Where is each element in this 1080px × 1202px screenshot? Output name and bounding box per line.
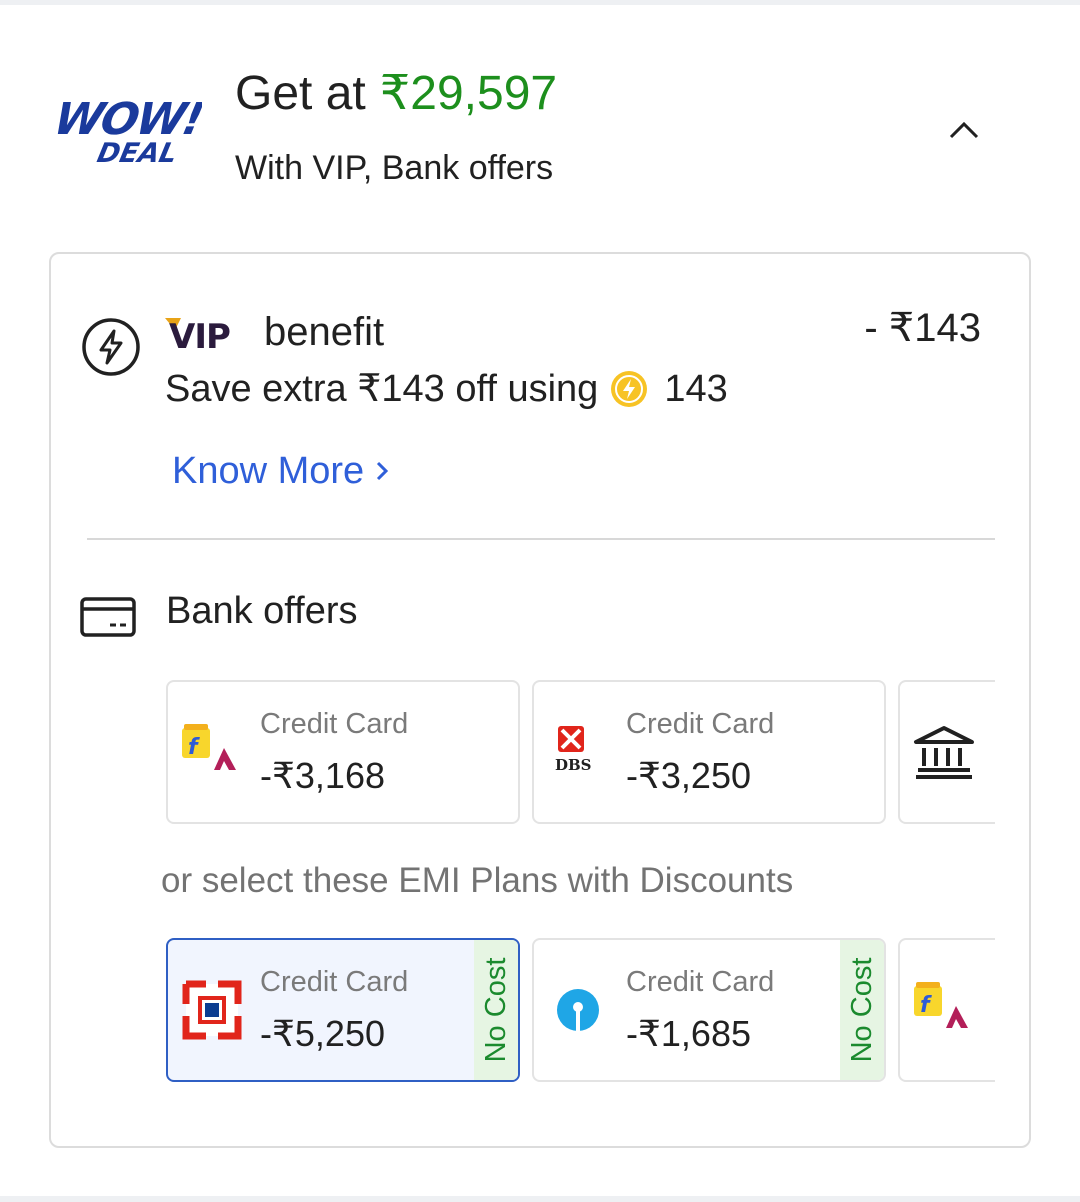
deal-title-prefix: Get at: [235, 67, 366, 120]
wow-logo-bottom-text: DEAL: [94, 138, 179, 168]
svg-text:DBS: DBS: [555, 756, 592, 774]
know-more-link[interactable]: Know More: [172, 448, 390, 494]
vip-coin-count: 143: [664, 368, 728, 410]
hdfc-logo: [182, 980, 242, 1040]
bank-offers-row[interactable]: f Credit Card -₹3,168 DBS Credit Card -₹…: [166, 680, 995, 824]
flipkart-axis-logo: f: [182, 724, 236, 770]
no-cost-label: No Cost: [480, 957, 512, 1063]
bank-building-icon: [914, 726, 974, 779]
chevron-up-icon: [949, 121, 979, 139]
no-cost-label: No Cost: [846, 957, 878, 1063]
emi-caption: or select these EMI Plans with Discounts: [161, 861, 794, 900]
bottom-divider-strip: [0, 1196, 1080, 1202]
vip-benefit-amount: - ₹143: [864, 306, 981, 350]
chevron-right-icon: [377, 461, 389, 481]
wow-deal-logo: WOW! DEAL: [49, 94, 202, 168]
section-divider: [87, 538, 995, 540]
no-cost-badge: No Cost: [840, 940, 884, 1080]
emi-plan-tile[interactable]: f: [898, 938, 995, 1082]
vip-benefit-description: Save extra ₹143 off using 143: [165, 366, 728, 412]
vip-logo-text: VIP: [169, 317, 230, 352]
flipkart-axis-logo: f: [914, 982, 968, 1028]
dbs-logo: DBS: [555, 726, 592, 774]
vip-description-text: Save extra ₹143 off using: [165, 368, 599, 410]
bank-offer-tile[interactable]: [898, 680, 995, 824]
bank-offer-tile[interactable]: f Credit Card -₹3,168: [166, 680, 520, 824]
vip-logo: VIP: [165, 317, 231, 352]
offer-value: -₹5,250: [260, 1013, 385, 1054]
offer-value: -₹1,685: [626, 1013, 751, 1054]
offer-label: Credit Card: [626, 966, 775, 998]
emi-plans-row[interactable]: Credit Card -₹5,250 No Cost Credit Card …: [166, 938, 995, 1082]
offer-label: Credit Card: [260, 708, 409, 740]
deal-title: Get at ₹29,597: [235, 64, 557, 124]
offer-label: Credit Card: [260, 966, 409, 998]
emi-plan-tile[interactable]: Credit Card -₹5,250 No Cost: [166, 938, 520, 1082]
bank-offers-title: Bank offers: [166, 590, 358, 632]
top-divider-strip: [0, 0, 1080, 5]
emi-plan-tile[interactable]: Credit Card -₹1,685 No Cost: [532, 938, 886, 1082]
offer-label: Credit Card: [626, 708, 775, 740]
bank-offer-tile[interactable]: DBS Credit Card -₹3,250: [532, 680, 886, 824]
offers-card: VIP benefit - ₹143 Save extra ₹143 off u…: [49, 252, 1031, 1148]
sbi-logo: [557, 989, 599, 1031]
collapse-button[interactable]: [940, 108, 988, 152]
vip-benefit-title: benefit: [264, 310, 385, 354]
know-more-label: Know More: [172, 450, 365, 492]
offer-value: -₹3,168: [260, 755, 385, 796]
no-cost-badge: No Cost: [474, 940, 518, 1080]
deal-subtitle: With VIP, Bank offers: [235, 149, 554, 187]
card-icon: [80, 597, 136, 637]
deal-price: ₹29,597: [379, 67, 558, 120]
offer-value: -₹3,250: [626, 755, 751, 796]
supercoin-icon: [611, 371, 648, 407]
lightning-circle-icon: [82, 318, 140, 376]
